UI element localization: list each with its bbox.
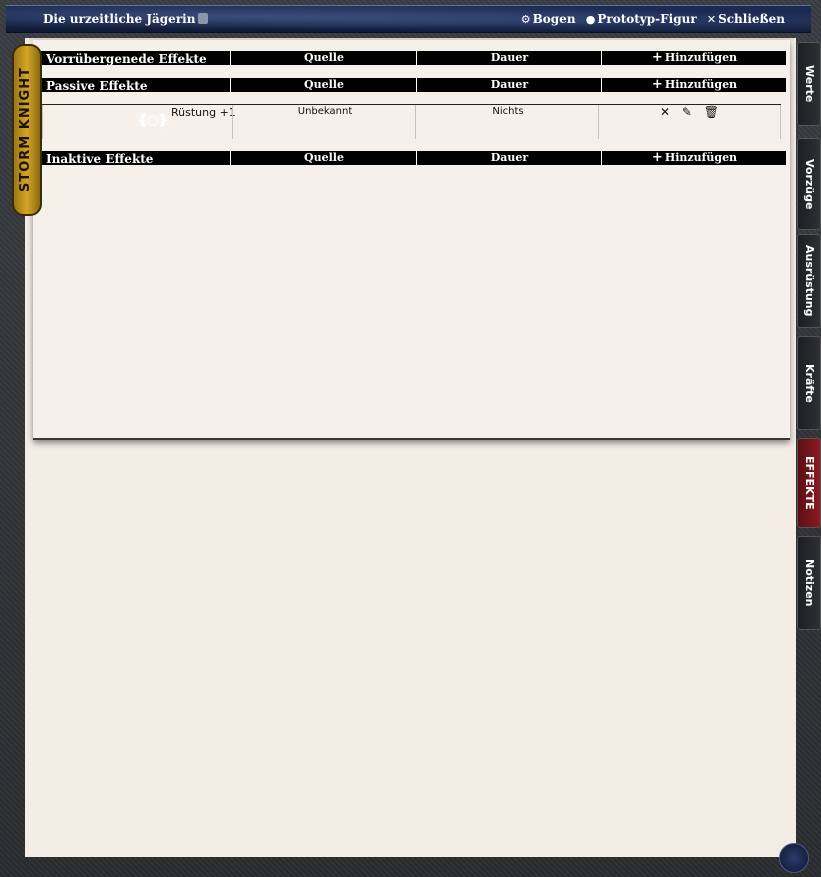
window-titlebar[interactable]: Die urzeitliche Jägerin ⚙ Bogen ● Prototyp… <box>6 5 811 33</box>
add-effect-button[interactable]: + Hinzufügen <box>601 78 787 92</box>
effect-row[interactable]: {○} Rüstung +1 Unbekannt Nichts ✕ ✎ 🗑 <box>42 104 781 139</box>
close-button[interactable]: ✕ Schließen <box>707 12 785 26</box>
section-title: Passive Effekte <box>46 79 148 93</box>
edit-icon[interactable]: ✎ <box>682 105 692 119</box>
storm-knight-badge: STORM KNIGHT <box>12 44 42 216</box>
section-header-inactive: Inaktive Effekte Quelle Dauer + Hinzufüge… <box>37 151 787 166</box>
effect-icon: {○} <box>138 113 168 128</box>
toggle-effect-icon[interactable]: ✕ <box>660 105 670 119</box>
window-controls: ⚙ Bogen ● Prototyp-Figur ✕ Schließen <box>515 12 785 26</box>
column-source: Quelle <box>230 78 417 92</box>
tab-notizen[interactable]: Notizen <box>797 536 821 630</box>
tab-kraefte[interactable]: Kräfte <box>797 336 821 430</box>
effect-source: Unbekannt <box>297 106 353 117</box>
close-icon: ✕ <box>706 13 717 26</box>
column-duration: Dauer <box>416 51 602 65</box>
tab-ausruestung[interactable]: Ausrüstung <box>797 234 821 328</box>
tab-effekte[interactable]: EFFEKTE <box>797 438 821 528</box>
section-header-temporary: Vorrübergenede Effekte Quelle Dauer + Hin… <box>37 51 787 66</box>
effect-name: Rüstung +1 <box>171 106 236 119</box>
lock-icon <box>198 13 209 24</box>
plus-icon: + <box>651 150 663 165</box>
section-title: Vorrübergenede Effekte <box>46 52 207 66</box>
column-source: Quelle <box>230 151 417 165</box>
window-title: Die urzeitliche Jägerin <box>43 12 209 26</box>
column-duration: Dauer <box>416 151 602 165</box>
effect-actions: ✕ ✎ 🗑 <box>660 105 727 139</box>
row-divider <box>415 105 416 139</box>
effects-panel <box>33 40 790 440</box>
sheet-config-button[interactable]: ⚙ Bogen <box>521 12 576 26</box>
section-title: Inaktive Effekte <box>46 152 154 166</box>
plus-icon: + <box>651 77 663 92</box>
add-effect-button[interactable]: + Hinzufügen <box>601 151 787 165</box>
row-divider <box>42 105 43 139</box>
column-duration: Dauer <box>416 78 602 92</box>
add-effect-button[interactable]: + Hinzufügen <box>601 51 787 65</box>
tab-werte[interactable]: Werte <box>797 42 821 126</box>
section-header-passive: Passive Effekte Quelle Dauer + Hinzufügen <box>37 78 787 93</box>
effect-duration: Nichts <box>492 106 524 117</box>
user-circle-icon: ● <box>585 13 596 26</box>
gear-icon: ⚙ <box>520 13 531 26</box>
prototype-token-button[interactable]: ● Prototyp-Figur <box>586 12 697 26</box>
plus-icon: + <box>651 50 663 65</box>
column-source: Quelle <box>230 51 417 65</box>
tab-vorzuege[interactable]: Vorzüge <box>797 138 821 230</box>
row-divider <box>598 105 599 139</box>
row-divider <box>780 105 781 139</box>
globe-icon <box>779 843 809 873</box>
trash-icon[interactable]: 🗑 <box>704 105 719 119</box>
